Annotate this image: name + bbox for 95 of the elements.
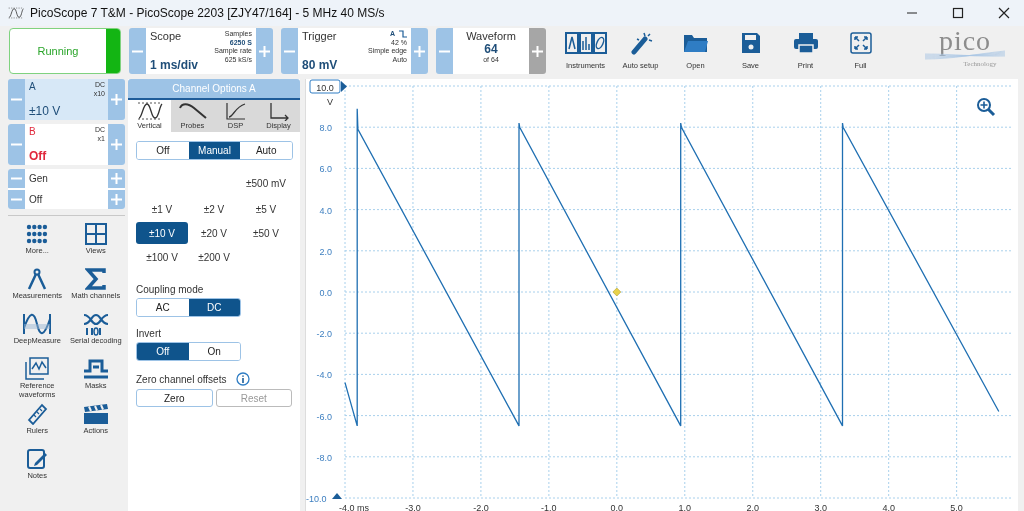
mask-pulse-icon — [82, 358, 109, 380]
increase-button[interactable] — [108, 190, 125, 209]
waveform-number: 64 — [484, 42, 498, 56]
decrease-button[interactable] — [281, 28, 298, 74]
control-title: Scope — [150, 30, 183, 42]
section-label: Invert — [136, 328, 162, 339]
section-label: Coupling mode — [136, 284, 205, 295]
zoom-in-icon[interactable] — [977, 98, 996, 117]
plus-icon — [111, 139, 122, 150]
trigger-level-value: 80 mV — [302, 58, 339, 72]
axis-label: 6.0 — [319, 164, 332, 175]
axis-label: -3.0 — [405, 503, 421, 511]
app-icon — [8, 6, 24, 20]
dots-grid-icon — [26, 223, 49, 245]
serial-icon — [82, 312, 109, 336]
logo-text: pico — [938, 28, 992, 54]
unit-label: V — [327, 97, 333, 107]
printer-icon — [792, 32, 819, 54]
probe-icon — [177, 101, 208, 121]
channel-range: Off — [29, 149, 48, 163]
axis-label: -6.0 — [316, 411, 332, 422]
window-title: PicoScope 7 T&M - PicoScope 2203 [ZJY47/164] - 5 MHz 40 MS/s — [30, 6, 385, 20]
axes-icon — [267, 101, 290, 121]
axis-label: -4.0 ms — [339, 503, 369, 511]
falling-edge-icon — [399, 30, 407, 39]
increase-button[interactable] — [108, 79, 125, 120]
axis-label: -4.0 — [316, 370, 332, 381]
axis-label: 4.0 — [882, 503, 895, 511]
wand-icon — [628, 31, 653, 55]
info-icon[interactable] — [236, 372, 251, 386]
channel-range: ±10 V — [29, 104, 62, 118]
filter-curve-icon — [224, 101, 247, 121]
ruler-icon — [26, 403, 49, 425]
expand-icon — [849, 32, 872, 54]
axis-label: 8.0 — [319, 123, 332, 134]
segment-button[interactable]: Manual — [188, 142, 241, 159]
plus-icon — [111, 94, 122, 105]
increase-button[interactable] — [108, 124, 125, 165]
axis-label: -2.0 — [316, 329, 332, 340]
increase-button[interactable] — [108, 169, 125, 188]
action-button[interactable]: Zero — [136, 389, 213, 407]
decrease-button[interactable] — [129, 28, 146, 74]
compass-icon — [26, 268, 49, 290]
vertical-scale-icon — [136, 101, 163, 121]
control-title: Waveform — [466, 30, 516, 42]
plus-icon — [532, 45, 543, 57]
floppy-icon — [740, 32, 761, 54]
sigma-icon — [84, 268, 107, 290]
axis-label: 1.0 — [678, 503, 692, 511]
plus-icon — [111, 194, 122, 205]
marker-arrow-icon — [332, 493, 342, 499]
plus-icon — [111, 173, 122, 184]
maximize-button[interactable] — [952, 7, 964, 19]
clapperboard-icon — [82, 403, 109, 425]
marker-arrow-icon — [341, 81, 347, 92]
decrease-button[interactable] — [436, 28, 453, 74]
decrease-button[interactable] — [8, 124, 25, 165]
section-label: Zero channel offsets — [136, 373, 227, 385]
channel-name: B — [29, 126, 36, 139]
axis-label: 5.0 — [950, 503, 963, 511]
axis-label: 10.0 — [316, 82, 334, 93]
axis-label: 4.0 — [319, 205, 332, 216]
axis-label: 2.0 — [319, 246, 332, 257]
axis-label: 2.0 — [746, 503, 759, 511]
increase-button[interactable] — [256, 28, 273, 74]
plus-icon — [259, 45, 270, 57]
waveform-icon — [22, 313, 53, 335]
generator-value: Off — [28, 194, 44, 205]
decrease-button[interactable] — [8, 169, 25, 188]
axis-label: 0.0 — [319, 288, 332, 298]
axis-label: -8.0 — [316, 452, 332, 463]
timebase-value: 1 ms/div — [150, 58, 200, 72]
decrease-button[interactable] — [8, 79, 25, 120]
folder-icon — [682, 32, 709, 54]
reference-waveform-icon — [25, 357, 50, 381]
panel-header: Channel Options A — [128, 79, 300, 100]
window-grid-icon — [84, 223, 107, 245]
channel-name: A — [29, 81, 36, 94]
increase-button[interactable] — [411, 28, 428, 74]
axis-label: -10.0 — [306, 494, 327, 504]
segment-button[interactable]: Off — [137, 343, 189, 360]
trigger-marker-icon — [612, 287, 622, 297]
instruments-icon — [564, 31, 607, 55]
axis-label: 0.0 — [610, 503, 624, 511]
axis-label: 3.0 — [814, 503, 827, 511]
note-pencil-icon — [26, 448, 49, 470]
plus-icon — [414, 45, 425, 57]
decrease-button[interactable] — [8, 190, 25, 209]
axis-label: -2.0 — [473, 503, 489, 511]
segment-button[interactable]: DC — [188, 299, 240, 316]
range-option[interactable]: ±10 V — [136, 222, 188, 244]
control-title: Trigger — [302, 30, 338, 42]
axis-label: -1.0 — [541, 503, 557, 511]
generator-label: Gen — [28, 173, 49, 184]
close-button[interactable] — [998, 7, 1010, 19]
